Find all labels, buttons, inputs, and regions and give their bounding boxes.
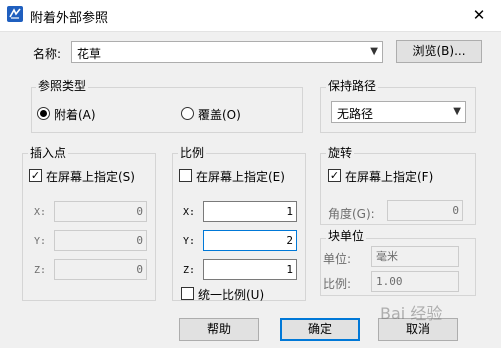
insertion-x-label: X: — [34, 207, 47, 218]
keep-path-combo[interactable]: 无路径 ▼ — [331, 101, 466, 123]
block-scale-label: 比例: — [323, 277, 352, 291]
scale-specify-label[interactable]: 在屏幕上指定(E) — [196, 168, 285, 185]
insertion-specify-label[interactable]: 在屏幕上指定(S) — [46, 168, 135, 185]
insertion-z-input[interactable]: 0 — [54, 259, 147, 280]
scale-x-input[interactable]: 1 — [203, 201, 297, 222]
overlay-radio[interactable] — [181, 107, 194, 120]
title-bar: 附着外部参照 ✕ — [0, 0, 501, 31]
close-icon[interactable]: ✕ — [468, 5, 490, 25]
browse-button[interactable]: 浏览(B)... — [396, 40, 482, 63]
scale-y-label: Y: — [183, 236, 196, 247]
scale-y-input[interactable]: 2 — [203, 230, 297, 251]
scale-z-input[interactable]: 1 — [203, 259, 297, 280]
scale-specify-checkbox[interactable] — [179, 169, 192, 182]
scale-x-label: X: — [183, 207, 196, 218]
attach-radio[interactable] — [37, 107, 50, 120]
insertion-specify-checkbox[interactable]: ✓ — [29, 169, 42, 182]
unit-label: 单位: — [323, 252, 352, 266]
keep-path-value: 无路径 — [337, 107, 374, 121]
attach-label[interactable]: 附着(A) — [54, 106, 96, 123]
reference-type-title: 参照类型 — [36, 79, 89, 93]
rotation-specify-label[interactable]: 在屏幕上指定(F) — [345, 168, 433, 185]
angle-input[interactable]: 0 — [387, 200, 463, 221]
insertion-y-input[interactable]: 0 — [54, 230, 147, 251]
name-label: 名称: — [33, 47, 62, 61]
chevron-down-icon: ▼ — [370, 46, 378, 57]
help-button[interactable]: 帮助 — [179, 318, 259, 341]
insertion-x-input[interactable]: 0 — [54, 201, 147, 222]
app-logo-icon — [7, 6, 23, 22]
chevron-down-icon: ▼ — [453, 106, 461, 117]
insertion-z-label: Z: — [34, 265, 47, 276]
name-value: 花草 — [77, 47, 102, 61]
uniform-scale-label[interactable]: 统一比例(U) — [198, 286, 264, 303]
scale-z-label: Z: — [183, 265, 196, 276]
name-combo[interactable]: 花草 ▼ — [71, 41, 383, 63]
unit-value: 毫米 — [371, 246, 459, 267]
insertion-y-label: Y: — [34, 236, 47, 247]
rotation-specify-checkbox[interactable]: ✓ — [328, 169, 341, 182]
uniform-scale-checkbox[interactable] — [181, 287, 194, 300]
rotation-title: 旋转 — [326, 146, 355, 160]
ok-button[interactable]: 确定 — [280, 318, 360, 341]
block-unit-title: 块单位 — [326, 229, 367, 243]
watermark: Bai 经验 — [380, 304, 443, 323]
scale-title: 比例 — [178, 146, 207, 160]
angle-label: 角度(G): — [328, 207, 375, 221]
window-title: 附着外部参照 — [30, 11, 109, 26]
block-scale-value: 1.00 — [371, 271, 459, 292]
insertion-point-title: 插入点 — [28, 146, 69, 160]
keep-path-title: 保持路径 — [326, 79, 379, 93]
overlay-label[interactable]: 覆盖(O) — [198, 106, 241, 123]
